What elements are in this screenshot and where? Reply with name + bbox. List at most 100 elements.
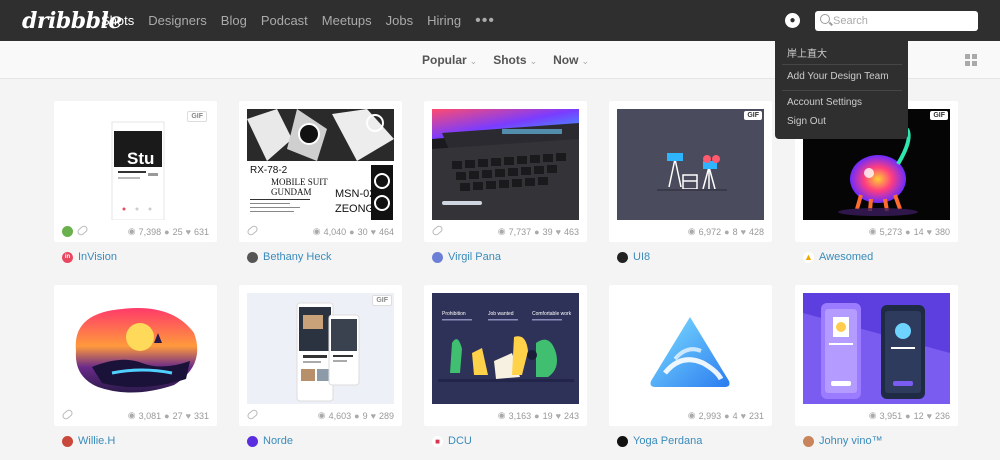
- views-icon: ◉: [312, 226, 321, 236]
- shot-thumbnail[interactable]: [803, 293, 950, 404]
- search-box[interactable]: [815, 11, 978, 31]
- search-icon: [820, 14, 830, 24]
- likes-icon[interactable]: ♥: [556, 411, 561, 421]
- link-icon[interactable]: [246, 224, 259, 237]
- shot-author[interactable]: Johny vino™: [803, 434, 883, 448]
- shot-stats: ◉ 3,081 ● 27 ♥ 331: [61, 408, 209, 422]
- author-name[interactable]: Norde: [263, 435, 293, 447]
- author-name[interactable]: Johny vino™: [819, 435, 883, 447]
- link-icon[interactable]: [61, 408, 74, 421]
- shot-image: RX-78-2 MOBILE SUIT GUNDAM MSN-02 ZEONG: [247, 109, 394, 220]
- shot-thumbnail[interactable]: [62, 293, 209, 404]
- views-count: 3,951: [879, 410, 903, 421]
- views-count: 4,603: [328, 410, 352, 421]
- menu-username[interactable]: 岸上直大: [787, 45, 827, 60]
- nav-item-meetups[interactable]: Meetups: [322, 13, 372, 28]
- type-filter-dropdown[interactable]: Shots ⌄: [493, 53, 537, 67]
- comments-icon: ●: [905, 226, 911, 237]
- user-avatar-icon[interactable]: ●: [785, 13, 800, 28]
- author-name[interactable]: UI8: [633, 251, 650, 263]
- shot-author[interactable]: UI8: [617, 250, 650, 264]
- author-name[interactable]: Bethany Heck: [263, 251, 331, 263]
- shot-author[interactable]: Virgil Pana: [432, 250, 501, 264]
- more-menu-icon[interactable]: •••: [475, 12, 495, 30]
- views-icon: ◉: [687, 410, 696, 420]
- chevron-down-icon: ⌄: [529, 56, 538, 66]
- likes-icon[interactable]: ♥: [186, 227, 191, 237]
- likes-icon[interactable]: ♥: [371, 227, 376, 237]
- shot-author[interactable]: ■ DCU: [432, 434, 472, 448]
- likes-icon[interactable]: ♥: [927, 227, 932, 237]
- shot-card[interactable]: ◉ 7,737 ● 39 ♥ 463: [424, 101, 587, 242]
- author-name[interactable]: Yoga Perdana: [633, 435, 702, 447]
- link-icon[interactable]: [431, 224, 444, 237]
- link-icon[interactable]: [76, 224, 89, 237]
- filter-group: Popular ⌄ Shots ⌄ Now ⌄: [422, 41, 605, 79]
- nav-item-podcast[interactable]: Podcast: [261, 13, 308, 28]
- time-filter-dropdown[interactable]: Now ⌄: [553, 53, 589, 67]
- chevron-down-icon: ⌄: [469, 56, 478, 66]
- menu-divider: [782, 90, 902, 91]
- shot-thumbnail[interactable]: GIF: [617, 109, 764, 220]
- nav-item-jobs[interactable]: Jobs: [386, 13, 413, 28]
- shot-card[interactable]: GIF ◉ 4,603 ● 9 ♥ 289: [239, 285, 402, 426]
- views-count: 7,398: [138, 226, 162, 237]
- likes-icon[interactable]: ♥: [556, 227, 561, 237]
- comments-icon: ●: [164, 226, 170, 237]
- likes-icon[interactable]: ♥: [741, 227, 746, 237]
- author-name[interactable]: InVision: [78, 251, 117, 263]
- grid-view-icon[interactable]: [965, 54, 977, 66]
- shot-thumbnail[interactable]: [617, 293, 764, 404]
- views-icon: ◉: [127, 410, 136, 420]
- rebound-icon: [62, 226, 73, 237]
- likes-icon[interactable]: ♥: [927, 411, 932, 421]
- author-name[interactable]: Willie.H: [78, 435, 115, 447]
- shot-author[interactable]: Bethany Heck: [247, 250, 331, 264]
- shot-card[interactable]: ◉ 3,081 ● 27 ♥ 331: [54, 285, 217, 426]
- search-input[interactable]: [833, 13, 973, 29]
- poster-text-5: ZEONG: [335, 203, 374, 215]
- shot-thumbnail[interactable]: Stu GIF: [62, 109, 209, 220]
- shot-card[interactable]: Stu GIF ◉ 7,398 ● 25 ♥ 631: [54, 101, 217, 242]
- menu-item-add-team[interactable]: Add Your Design Team: [787, 71, 889, 82]
- nav-item-designers[interactable]: Designers: [148, 13, 207, 28]
- comments-count: 14: [913, 226, 924, 237]
- menu-item-account-settings[interactable]: Account Settings: [787, 97, 862, 108]
- menu-item-sign-out[interactable]: Sign Out: [787, 116, 826, 127]
- author-name[interactable]: Awesomed: [819, 251, 873, 263]
- views-icon: ◉: [497, 226, 506, 236]
- gif-badge: GIF: [372, 295, 392, 306]
- shot-thumbnail[interactable]: [432, 109, 579, 220]
- nav-item-hiring[interactable]: Hiring: [427, 13, 461, 28]
- shot-author[interactable]: ▲ Awesomed: [803, 250, 873, 264]
- shot-card[interactable]: ◉ 2,993 ● 4 ♥ 231: [609, 285, 772, 426]
- link-icon[interactable]: [246, 408, 259, 421]
- nav-item-blog[interactable]: Blog: [221, 13, 247, 28]
- shot-stats: ◉ 6,972 ● 8 ♥ 428: [617, 226, 764, 238]
- shot-thumbnail[interactable]: GIF: [247, 293, 394, 404]
- shot-author[interactable]: Norde: [247, 434, 293, 448]
- shot-card[interactable]: ◉ 3,951 ● 12 ♥ 236: [795, 285, 958, 426]
- shot-card[interactable]: Prohibition Job wanted Comfortable work …: [424, 285, 587, 426]
- author-name[interactable]: DCU: [448, 435, 472, 447]
- shot-thumbnail[interactable]: Prohibition Job wanted Comfortable work: [432, 293, 579, 404]
- shot-author[interactable]: Willie.H: [62, 434, 115, 448]
- sort-filter-dropdown[interactable]: Popular ⌄: [422, 53, 477, 67]
- shot-thumbnail[interactable]: RX-78-2 MOBILE SUIT GUNDAM MSN-02 ZEONG: [247, 109, 394, 220]
- views-count: 2,993: [698, 410, 722, 421]
- author-avatar: [617, 251, 628, 263]
- shot-card[interactable]: GIF ◉ 6,972 ● 8 ♥ 428: [609, 101, 772, 242]
- likes-icon[interactable]: ♥: [186, 411, 191, 421]
- likes-count: 289: [378, 410, 394, 421]
- likes-icon[interactable]: ♥: [371, 411, 376, 421]
- shot-author[interactable]: in InVision: [62, 250, 117, 264]
- author-name[interactable]: Virgil Pana: [448, 251, 501, 263]
- poster-text-1: RX-78-2: [250, 165, 288, 176]
- shot-author[interactable]: Yoga Perdana: [617, 434, 702, 448]
- nav-item-shots[interactable]: Shots: [101, 13, 134, 28]
- shot-card[interactable]: RX-78-2 MOBILE SUIT GUNDAM MSN-02 ZEONG …: [239, 101, 402, 242]
- main-nav: Shots Designers Blog Podcast Meetups Job…: [101, 0, 495, 41]
- likes-icon[interactable]: ♥: [741, 411, 746, 421]
- shot-image: [75, 308, 198, 393]
- comments-icon: ●: [724, 226, 730, 237]
